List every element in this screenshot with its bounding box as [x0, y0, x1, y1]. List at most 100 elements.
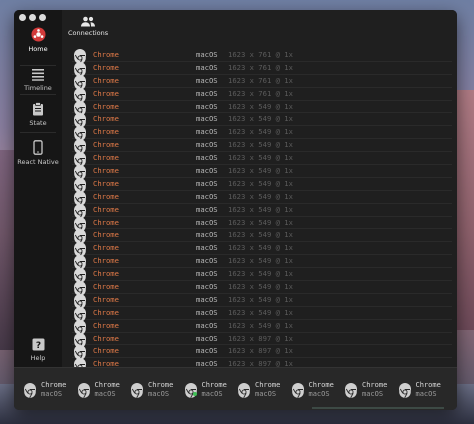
- wallpaper-right: [456, 90, 474, 330]
- dock-connection-name: Chrome: [201, 381, 227, 389]
- chrome-icon: [238, 383, 250, 398]
- connection-row[interactable]: Chrome macOS 1623 x 761 @ 1x: [72, 74, 452, 90]
- connection-screen: 1623 x 549 @ 1x: [228, 217, 293, 227]
- horizontal-scrollbar[interactable]: [312, 407, 444, 409]
- connection-row[interactable]: Chrome macOS 1623 x 761 @ 1x: [72, 61, 452, 77]
- reactotron-logo-icon: [30, 27, 46, 42]
- connection-row[interactable]: Chrome macOS 1623 x 549 @ 1x: [72, 165, 452, 180]
- connection-os: macOS: [196, 282, 218, 292]
- chrome-icon: [398, 383, 411, 398]
- connection-os: macOS: [196, 140, 218, 150]
- dock-connection[interactable]: Chrome macOS: [291, 380, 344, 400]
- chrome-icon: [131, 383, 143, 398]
- list-icon: [32, 69, 44, 81]
- connection-name: Chrome: [93, 269, 119, 279]
- connection-row[interactable]: Chrome macOS 1623 x 549 @ 1x: [72, 152, 452, 167]
- connection-screen: 1623 x 549 @ 1x: [228, 320, 293, 330]
- connection-row[interactable]: Chrome macOS 1623 x 549 @ 1x: [72, 126, 452, 142]
- connection-screen: 1623 x 549 @ 1x: [228, 294, 293, 304]
- connection-name: Chrome: [93, 62, 119, 72]
- connection-row[interactable]: Chrome macOS 1623 x 761 @ 1x: [72, 87, 452, 103]
- connection-os: macOS: [196, 294, 218, 304]
- dock-connection-name: Chrome: [148, 381, 174, 389]
- connection-row[interactable]: Chrome macOS 1623 x 549 @ 1x: [72, 100, 452, 116]
- connection-row[interactable]: Chrome macOS 1623 x 761 @ 1x: [72, 49, 452, 64]
- sidebar-item-react-native[interactable]: React Native: [14, 140, 62, 166]
- connection-name: Chrome: [93, 320, 119, 330]
- connection-row[interactable]: Chrome macOS 1623 x 549 @ 1x: [72, 229, 452, 245]
- dock-connection[interactable]: Chrome macOS: [398, 380, 451, 400]
- connection-screen: 1623 x 549 @ 1x: [228, 243, 293, 253]
- dock-connection-name: Chrome: [255, 381, 281, 389]
- chrome-icon: [291, 383, 304, 398]
- sidebar-item-timeline[interactable]: Timeline: [14, 68, 62, 92]
- clipboard-icon: [33, 102, 43, 116]
- dock-connection-name: Chrome: [362, 381, 388, 389]
- connection-screen: 1623 x 549 @ 1x: [228, 166, 293, 176]
- connection-row[interactable]: Chrome macOS 1623 x 549 @ 1x: [72, 113, 452, 129]
- minimize-window-button[interactable]: [29, 14, 36, 21]
- connection-screen: 1623 x 549 @ 1x: [228, 127, 293, 137]
- chrome-icon: [74, 255, 86, 271]
- dock-connection[interactable]: Chrome macOS: [345, 380, 397, 400]
- zoom-window-button[interactable]: [39, 14, 46, 21]
- connection-os: macOS: [196, 50, 218, 59]
- connection-row[interactable]: Chrome macOS 1623 x 549 @ 1x: [72, 242, 452, 258]
- connection-screen: 1623 x 761 @ 1x: [228, 62, 293, 72]
- sidebar-item-label: React Native: [17, 158, 59, 166]
- connection-row[interactable]: Chrome macOS 1623 x 549 @ 1x: [72, 216, 452, 232]
- connection-os: macOS: [196, 75, 218, 85]
- connection-screen: 1623 x 549 @ 1x: [228, 282, 293, 292]
- close-window-button[interactable]: [19, 14, 26, 21]
- connection-row[interactable]: Chrome macOS 1623 x 549 @ 1x: [72, 281, 452, 296]
- dock-connection-os: macOS: [362, 390, 384, 398]
- connection-screen: 1623 x 549 @ 1x: [228, 140, 293, 150]
- connection-row[interactable]: Chrome macOS 1623 x 549 @ 1x: [72, 190, 452, 206]
- dock-connection-os: macOS: [94, 390, 116, 398]
- sidebar-item-home[interactable]: Home: [14, 27, 62, 53]
- connection-screen: 1623 x 549 @ 1x: [228, 114, 293, 124]
- active-indicator: [192, 392, 197, 396]
- connection-screen: 1623 x 549 @ 1x: [228, 256, 293, 266]
- connection-row[interactable]: Chrome macOS 1623 x 549 @ 1x: [72, 293, 452, 309]
- connection-row[interactable]: Chrome macOS 1623 x 549 @ 1x: [72, 177, 452, 193]
- connection-os: macOS: [196, 204, 218, 214]
- connection-name: Chrome: [93, 307, 119, 317]
- chrome-icon: [77, 383, 90, 398]
- connection-row[interactable]: Chrome macOS 1623 x 549 @ 1x: [72, 255, 452, 271]
- chrome-icon: [74, 165, 86, 180]
- sidebar-item-help[interactable]: ? Help: [14, 338, 62, 362]
- wallpaper-left: [0, 150, 14, 350]
- connection-name: Chrome: [93, 127, 119, 137]
- connection-row[interactable]: Chrome macOS 1623 x 897 @ 1x: [72, 345, 452, 361]
- connection-row[interactable]: Chrome macOS 1623 x 549 @ 1x: [72, 268, 452, 283]
- chrome-icon: [74, 139, 86, 155]
- dock-connection[interactable]: Chrome macOS: [238, 380, 290, 400]
- users-icon: [81, 16, 95, 27]
- chrome-icon: [74, 177, 86, 193]
- connection-screen: 1623 x 761 @ 1x: [228, 50, 293, 59]
- chrome-icon: [24, 383, 36, 398]
- connection-row[interactable]: Chrome macOS 1623 x 549 @ 1x: [72, 203, 452, 219]
- sidebar-item-label: Timeline: [24, 84, 52, 92]
- connection-name: Chrome: [93, 75, 119, 85]
- dock-connection[interactable]: Chrome macOS: [77, 380, 130, 400]
- dock-connection[interactable]: Chrome macOS: [24, 380, 76, 400]
- connection-screen: 1623 x 549 @ 1x: [228, 269, 293, 279]
- dock-connection[interactable]: Chrome macOS: [184, 380, 237, 400]
- sidebar-item-state[interactable]: State: [14, 102, 62, 127]
- connection-screen: 1623 x 549 @ 1x: [228, 101, 293, 111]
- connection-row[interactable]: Chrome macOS 1623 x 549 @ 1x: [72, 306, 452, 322]
- connection-row[interactable]: Chrome macOS 1623 x 549 @ 1x: [72, 319, 452, 335]
- main-panel: Connections Chrome macOS 1623 x 761 @ 1x Ch…: [62, 10, 457, 387]
- connection-row[interactable]: Chrome macOS 1623 x 549 @ 1x: [72, 139, 452, 155]
- dock-connection-name: Chrome: [308, 381, 334, 389]
- connection-os: macOS: [196, 178, 218, 188]
- connections-list: Chrome macOS 1623 x 761 @ 1x Chrome macOS 162…: [72, 49, 452, 387]
- dock-connection[interactable]: Chrome macOS: [131, 380, 183, 400]
- connection-name: Chrome: [93, 166, 119, 176]
- dock-connection-os: macOS: [148, 390, 170, 398]
- connection-name: Chrome: [93, 243, 119, 253]
- tab-connections[interactable]: Connections: [68, 16, 108, 37]
- connection-row[interactable]: Chrome macOS 1623 x 897 @ 1x: [72, 332, 452, 348]
